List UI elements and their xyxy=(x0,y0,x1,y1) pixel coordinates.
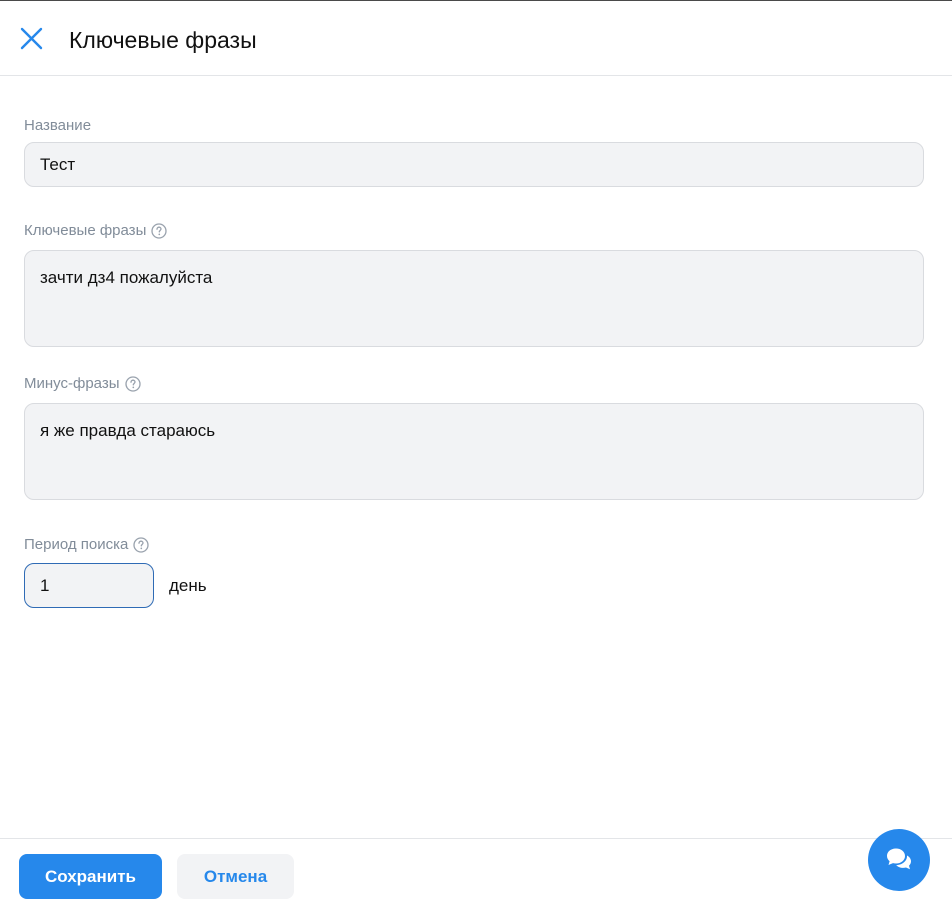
question-circle-icon[interactable] xyxy=(133,537,150,553)
question-circle-icon[interactable] xyxy=(151,223,167,239)
period-unit: день xyxy=(169,576,207,595)
close-icon xyxy=(20,27,43,50)
save-button[interactable]: Сохранить xyxy=(19,854,162,899)
chat-bubbles-icon xyxy=(887,848,911,870)
close-button[interactable] xyxy=(16,23,48,55)
cancel-button[interactable]: Отмена xyxy=(177,854,294,899)
period-input[interactable] xyxy=(24,563,154,608)
dialog-footer: Сохранить Отмена xyxy=(0,838,952,910)
keywords-label-text: Ключевые фразы xyxy=(24,222,147,239)
dialog-header: Ключевые фразы xyxy=(0,1,952,76)
page-title: Ключевые фразы xyxy=(69,27,257,53)
keywords-label: Ключевые фразы xyxy=(24,221,167,241)
name-label: Название xyxy=(24,116,91,136)
minus-phrases-label-text: Минус-фразы xyxy=(24,375,120,392)
period-label-text: Период поиска xyxy=(24,536,129,553)
name-label-text: Название xyxy=(24,117,92,134)
period-label: Период поиска xyxy=(24,535,150,555)
minus-phrases-textarea[interactable]: я же правда стараюсь xyxy=(24,403,924,500)
keyword-phrases-dialog: Ключевые фразы Название Ключевые фразы з… xyxy=(0,0,952,910)
name-input[interactable] xyxy=(24,142,924,187)
chat-button[interactable] xyxy=(868,829,930,891)
question-circle-icon[interactable] xyxy=(124,376,141,392)
keywords-textarea[interactable]: зачти дз4 пожалуйста xyxy=(24,250,924,347)
minus-phrases-label: Минус-фразы xyxy=(24,374,141,394)
